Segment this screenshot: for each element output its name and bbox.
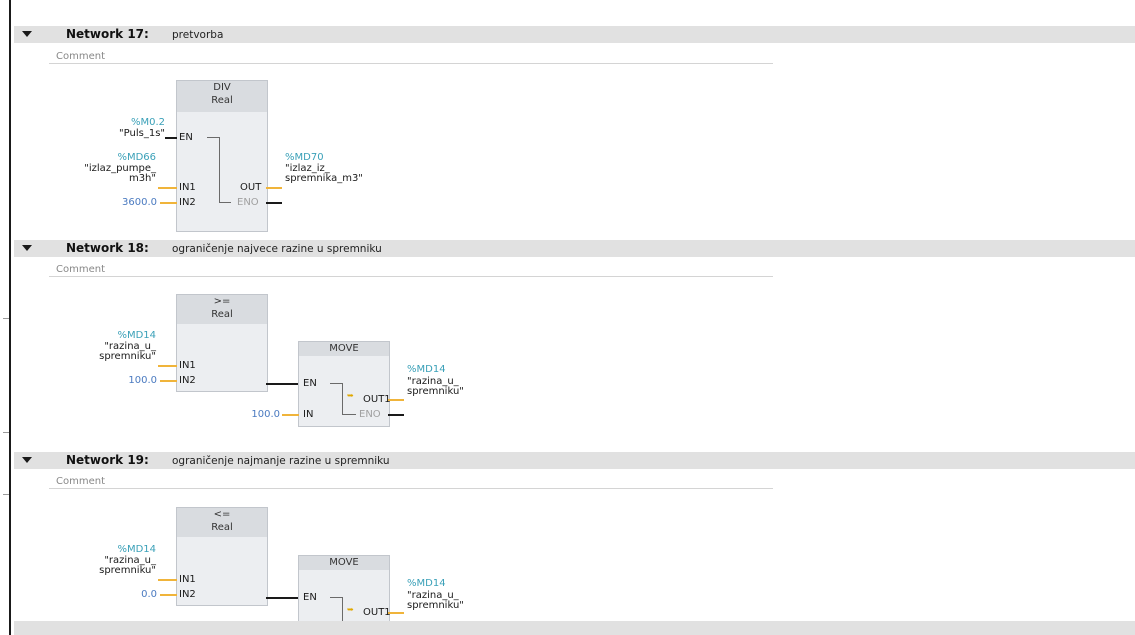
collapse-triangle-icon[interactable] xyxy=(22,457,32,463)
in1-operand-address[interactable]: %MD14 xyxy=(80,544,156,555)
pin-en: EN xyxy=(303,592,317,603)
network-comment[interactable]: Comment xyxy=(49,262,773,277)
move-in-value[interactable]: 100.0 xyxy=(225,409,280,420)
internal-en-eno-line xyxy=(342,383,343,414)
internal-en-line xyxy=(342,597,343,621)
network-description[interactable]: pretvorba xyxy=(172,29,223,41)
in1-operand-address[interactable]: %MD66 xyxy=(80,152,156,163)
out1-wire xyxy=(388,399,404,401)
pin-in1: IN1 xyxy=(179,360,196,371)
pin-en: EN xyxy=(179,132,193,143)
block-name: >= xyxy=(213,296,231,307)
network-18-header[interactable]: Network 18: ograničenje najvece razine u… xyxy=(14,240,1135,257)
block-header: >= Real xyxy=(177,295,267,324)
out-operand-address[interactable]: %MD70 xyxy=(285,152,365,163)
out-operand-symbol-line2[interactable]: spremnika_m3" xyxy=(285,173,363,184)
network-title: Network 17: xyxy=(66,27,149,41)
network-comment[interactable]: Comment xyxy=(49,474,773,489)
in1-wire xyxy=(158,365,177,367)
in1-wire xyxy=(158,579,177,581)
block-header: DIV Real xyxy=(177,81,267,112)
internal-en-stub xyxy=(330,383,342,384)
block-name: <= xyxy=(213,509,231,520)
pin-en: EN xyxy=(303,378,317,389)
move-in-wire xyxy=(282,414,299,416)
block-type: Real xyxy=(211,309,233,320)
eno-wire xyxy=(266,202,282,204)
internal-eno-stub xyxy=(219,202,231,203)
div-block[interactable]: DIV Real xyxy=(176,80,268,232)
pin-in1: IN1 xyxy=(179,574,196,585)
in2-wire xyxy=(160,202,177,204)
rail-tick xyxy=(3,318,9,319)
rail-tick xyxy=(3,432,9,433)
pin-out: OUT xyxy=(240,182,262,193)
out1-wire xyxy=(388,612,404,614)
in2-wire xyxy=(160,594,177,596)
block-name: DIV xyxy=(213,82,231,93)
network-description[interactable]: ograničenje najmanje razine u spremniku xyxy=(172,455,390,467)
compare-to-move-wire xyxy=(266,383,300,385)
assign-arrow-icon: ➥ xyxy=(347,605,354,614)
en-wire xyxy=(165,137,177,139)
block-header: <= Real xyxy=(177,508,267,537)
assign-arrow-icon: ➥ xyxy=(347,391,354,400)
in2-wire xyxy=(160,380,177,382)
in2-value[interactable]: 100.0 xyxy=(90,375,157,386)
pin-eno: ENO xyxy=(237,197,259,208)
internal-en-eno-line xyxy=(219,137,220,202)
network-comment[interactable]: Comment xyxy=(49,49,773,64)
network-17-header[interactable]: Network 17: pretvorba xyxy=(14,26,1135,43)
internal-en-stub xyxy=(207,137,219,138)
network-title: Network 18: xyxy=(66,241,149,255)
en-operand-address[interactable]: %M0.2 xyxy=(90,117,165,128)
out-wire xyxy=(266,187,282,189)
eno-wire xyxy=(388,414,404,416)
pin-in2: IN2 xyxy=(179,197,196,208)
block-header: MOVE xyxy=(299,556,389,570)
block-type: Real xyxy=(211,95,233,106)
block-header: MOVE xyxy=(299,342,389,356)
editor-left-rail xyxy=(9,0,11,635)
pin-in2: IN2 xyxy=(179,589,196,600)
out1-operand-symbol-line2[interactable]: spremniku" xyxy=(407,600,464,611)
collapse-triangle-icon[interactable] xyxy=(22,245,32,251)
out1-operand-symbol-line2[interactable]: spremniku" xyxy=(407,386,464,397)
collapse-triangle-icon[interactable] xyxy=(22,31,32,37)
pin-out1: OUT1 xyxy=(363,607,391,618)
network-description[interactable]: ograničenje najvece razine u spremniku xyxy=(172,243,382,255)
pin-in: IN xyxy=(303,409,314,420)
in1-operand-address[interactable]: %MD14 xyxy=(80,330,156,341)
out1-operand-address[interactable]: %MD14 xyxy=(407,364,487,375)
pin-out1: OUT1 xyxy=(363,394,391,405)
in1-operand-symbol-line2[interactable]: m3h" xyxy=(40,173,156,184)
in1-wire xyxy=(158,187,177,189)
pin-eno: ENO xyxy=(359,409,381,420)
en-operand-symbol[interactable]: "Puls_1s" xyxy=(60,128,165,139)
block-name: MOVE xyxy=(329,557,359,568)
in2-value[interactable]: 0.0 xyxy=(90,589,157,600)
compare-to-move-wire xyxy=(266,597,300,599)
internal-eno-stub xyxy=(342,414,356,415)
internal-en-stub xyxy=(330,597,342,598)
in1-operand-symbol-line2[interactable]: spremniku" xyxy=(40,351,156,362)
rail-tick xyxy=(3,494,9,495)
out1-operand-address[interactable]: %MD14 xyxy=(407,578,487,589)
in1-operand-symbol-line2[interactable]: spremniku" xyxy=(40,565,156,576)
pin-in2: IN2 xyxy=(179,375,196,386)
network-title: Network 19: xyxy=(66,453,149,467)
block-name: MOVE xyxy=(329,343,359,354)
block-type: Real xyxy=(211,522,233,533)
next-network-header-partial xyxy=(14,621,1135,635)
in2-value[interactable]: 3600.0 xyxy=(90,197,157,208)
network-19-header[interactable]: Network 19: ograničenje najmanje razine … xyxy=(14,452,1135,469)
pin-in1: IN1 xyxy=(179,182,196,193)
